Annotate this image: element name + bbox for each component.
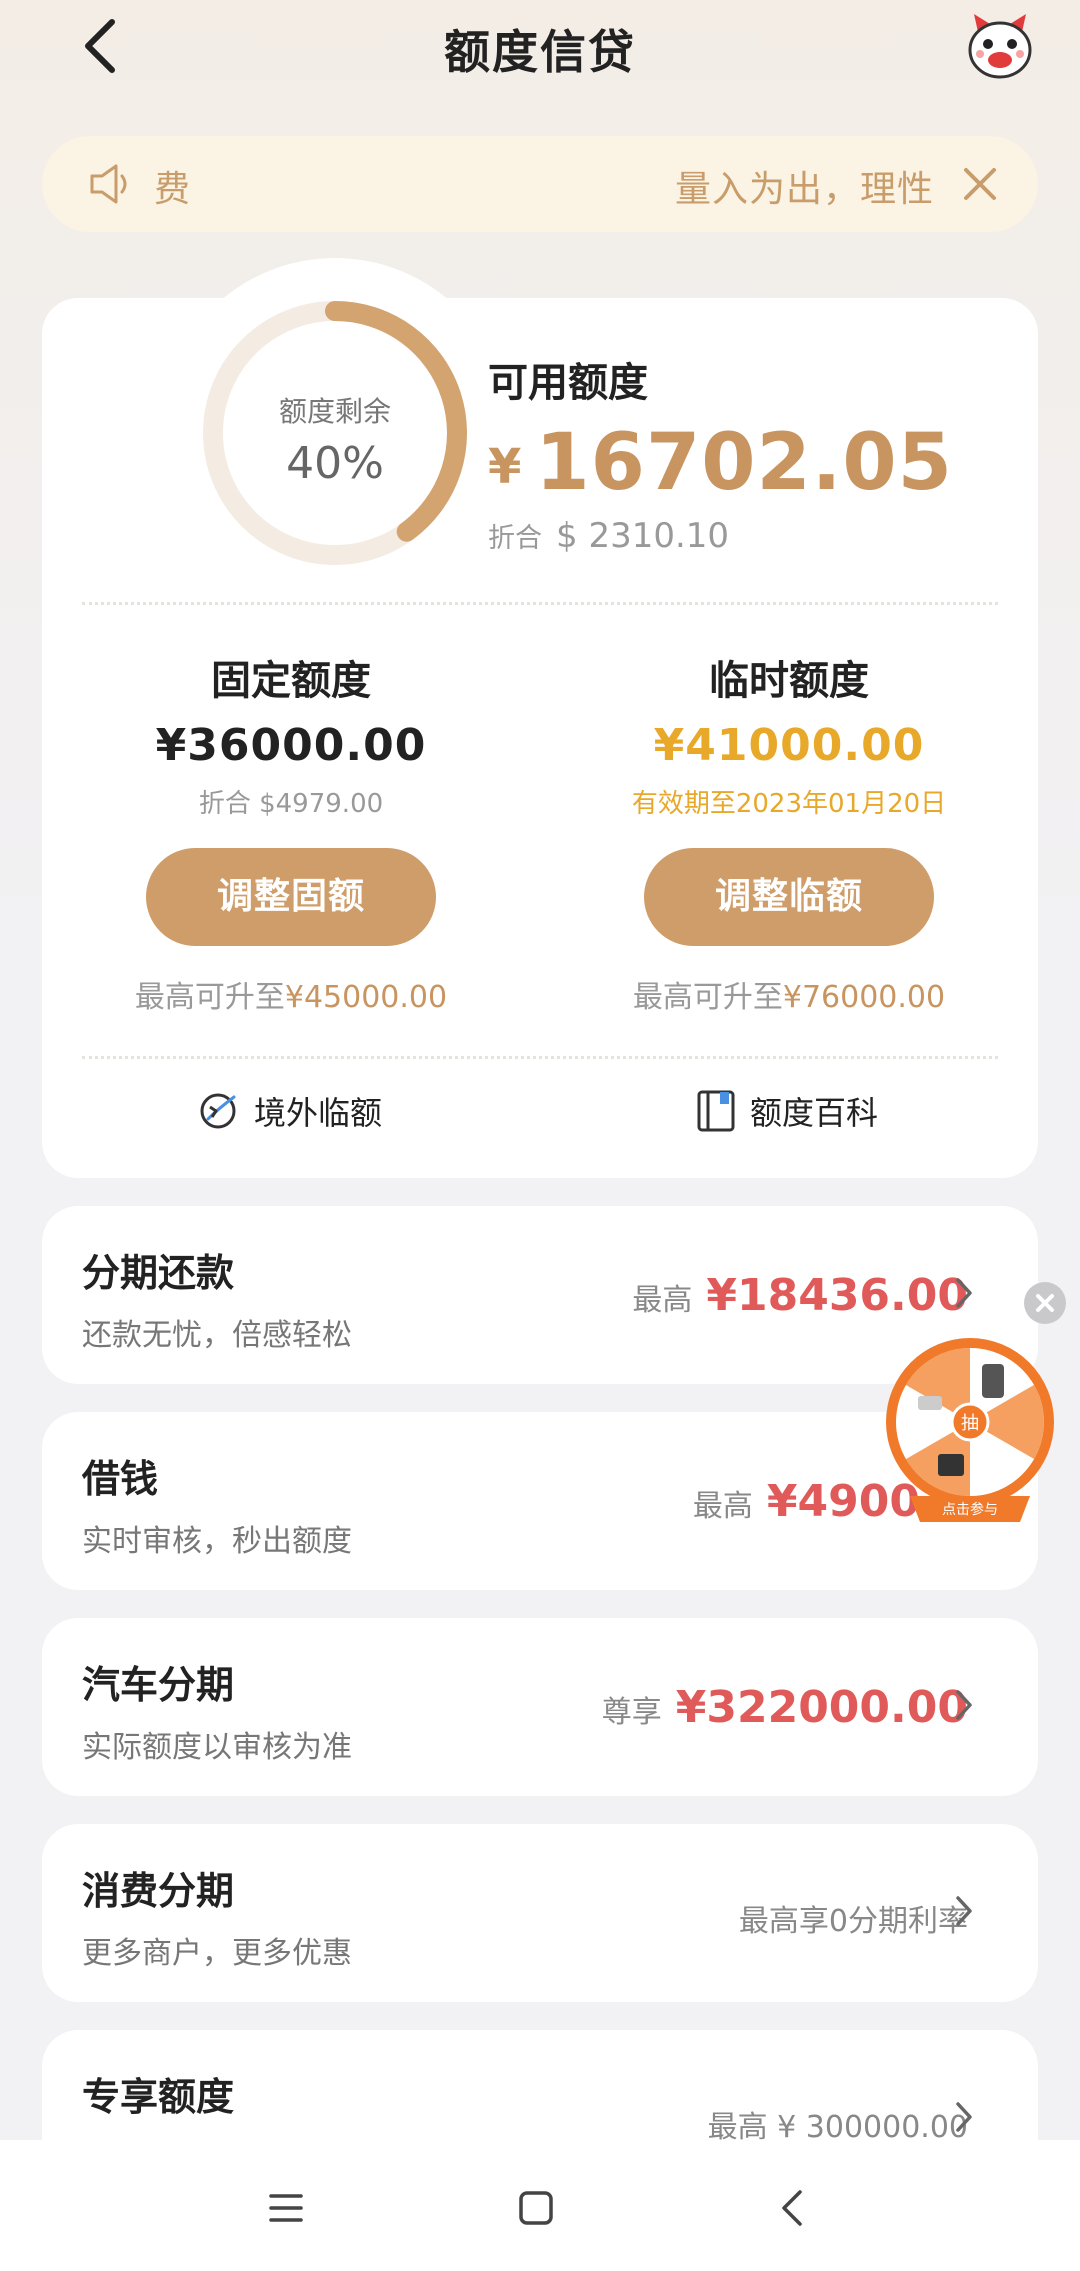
globe-icon	[200, 1093, 236, 1129]
wheel-center-text: 抽	[961, 1413, 979, 1434]
mascot-icon	[968, 14, 1032, 79]
prize-wheel-icon: 抽 点击参与	[886, 1338, 1054, 1522]
row-prefix: 尊享	[601, 1695, 662, 1730]
temp-credit-title: 临时额度	[709, 658, 869, 704]
adjust-fixed-button[interactable]: 调整固额	[146, 848, 436, 946]
close-icon	[1036, 1294, 1054, 1312]
currency-symbol: ¥	[488, 439, 522, 495]
list-item-car-loan[interactable]: 汽车分期 实际额度以审核为准 尊享 ¥322000.00	[42, 1618, 1038, 1796]
system-nav-bar	[0, 2140, 1080, 2271]
menu-icon	[269, 2194, 303, 2222]
row-title: 借钱	[82, 1457, 159, 1501]
lottery-wheel[interactable]: 抽 点击参与	[882, 1336, 1058, 1526]
usd-amount: $ 2310.10	[556, 516, 730, 556]
notice-bar: 费 量入为出，理性	[42, 136, 1038, 232]
fixed-max: 最高可升至¥45000.00	[42, 972, 540, 1016]
chevron-right-icon	[956, 1278, 972, 1308]
row-amount: 最高享0分期利率	[738, 1904, 968, 1939]
available-amount-value: 16702.05	[535, 418, 953, 508]
nav-back-button[interactable]	[762, 2178, 822, 2238]
fixed-credit-usd: 折合 $4979.00	[198, 789, 384, 819]
available-credit-amount: ¥16702.05	[488, 418, 953, 508]
temp-credit-expiry: 有效期至2023年01月20日	[631, 789, 947, 819]
row-value: 尊享 ¥322000.00	[602, 1682, 968, 1733]
row-value: 最高享0分期利率	[739, 1896, 968, 1940]
home-icon	[519, 2191, 553, 2225]
menu-button[interactable]	[256, 2178, 316, 2238]
book-icon	[697, 1090, 735, 1132]
row-title: 专享额度	[82, 2075, 235, 2119]
row-subtitle: 还款无忧，倍感轻松	[82, 1318, 352, 1353]
temp-max: 最高可升至¥76000.00	[540, 972, 1038, 1016]
row-title: 分期还款	[82, 1251, 235, 1295]
home-button[interactable]	[506, 2178, 566, 2238]
temp-max-label: 最高可升至	[632, 980, 783, 1015]
fixed-credit-amount: ¥36000.00	[155, 720, 427, 771]
divider	[82, 1056, 998, 1059]
wheel-caption: 点击参与	[942, 1501, 998, 1518]
row-prefix: 最高	[632, 1283, 693, 1318]
fixed-credit-title: 固定额度	[211, 658, 371, 704]
row-subtitle: 实际额度以审核为准	[82, 1730, 352, 1765]
page-title: 额度信贷	[444, 25, 636, 79]
mascot-button[interactable]	[964, 10, 1036, 82]
row-subtitle: 实时审核，秒出额度	[82, 1524, 352, 1559]
list-item-consumer-installment[interactable]: 消费分期 更多商户，更多优惠 最高享0分期利率	[42, 1824, 1038, 2002]
row-prefix: 最高	[692, 1489, 753, 1524]
notice-text-left: 费	[154, 169, 191, 210]
available-credit-title: 可用额度	[488, 360, 648, 406]
fixed-max-label: 最高可升至	[134, 980, 285, 1015]
divider	[82, 602, 998, 605]
temp-credit-amount: ¥41000.00	[653, 720, 925, 771]
nav-back-icon	[782, 2190, 802, 2226]
ring-label: 额度剩余	[278, 395, 391, 428]
overseas-temp-label: 境外临额	[254, 1094, 383, 1132]
float-close-button[interactable]	[1024, 1282, 1066, 1324]
usd-label: 折合	[488, 523, 542, 554]
chevron-right-icon	[956, 1896, 972, 1926]
credit-card: 额度剩余 40% 可用额度 ¥16702.05 折合 $ 2310.10 固定额度…	[42, 258, 1038, 1178]
overseas-temp-link[interactable]: 境外临额	[196, 1088, 382, 1134]
close-icon[interactable]	[956, 160, 1004, 208]
row-value: 最高 ¥18436.00	[632, 1270, 968, 1321]
row-title: 汽车分期	[82, 1663, 235, 1707]
row-title: 消费分期	[82, 1869, 235, 1913]
fixed-credit-column: 固定额度 ¥36000.00 折合 $4979.00 调整固额 最高可升至¥45…	[42, 648, 540, 1016]
temp-max-value: ¥76000.00	[782, 980, 946, 1015]
speaker-icon	[90, 164, 127, 204]
chevron-right-icon	[956, 2102, 972, 2132]
credit-wiki-link[interactable]: 额度百科	[696, 1088, 878, 1134]
temp-credit-column: 临时额度 ¥41000.00 有效期至2023年01月20日 调整临额 最高可升…	[540, 648, 1038, 1016]
row-amount: ¥18436.00	[706, 1270, 968, 1321]
notice-text-right: 量入为出，理性	[674, 169, 934, 210]
fixed-max-value: ¥45000.00	[284, 980, 448, 1015]
chevron-right-icon	[956, 1690, 972, 1720]
ring-percent: 40%	[286, 438, 384, 489]
header: 额度信贷	[0, 0, 1080, 95]
credit-wiki-label: 额度百科	[750, 1094, 879, 1132]
row-subtitle: 更多商户，更多优惠	[82, 1936, 352, 1971]
credit-ring: 额度剩余 40%	[160, 258, 510, 608]
row-amount: ¥322000.00	[675, 1682, 968, 1733]
available-usd: 折合 $ 2310.10	[488, 516, 729, 556]
adjust-temp-button[interactable]: 调整临额	[644, 848, 934, 946]
